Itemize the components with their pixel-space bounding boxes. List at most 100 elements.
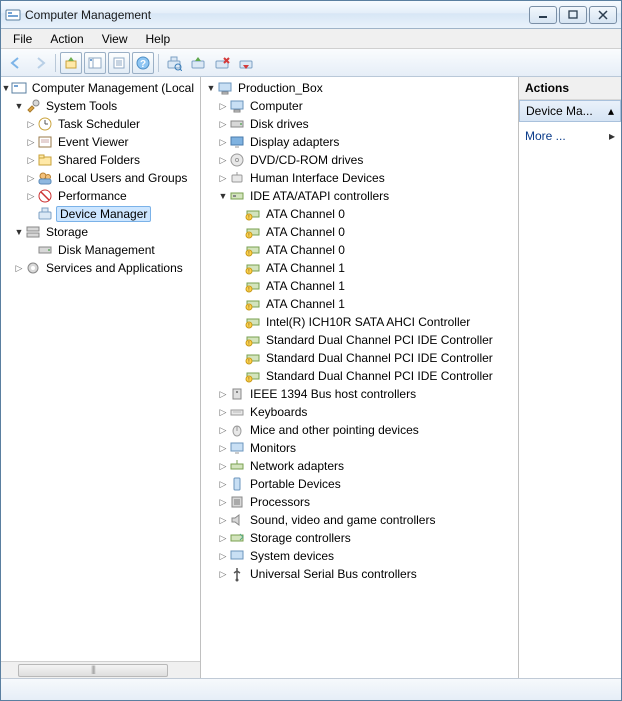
tree-label: Display adapters bbox=[248, 135, 341, 149]
svg-text:!: ! bbox=[248, 323, 249, 329]
device-category-dvd[interactable]: ▷DVD/CD-ROM drives bbox=[201, 151, 518, 169]
idechild-icon: ! bbox=[245, 206, 261, 222]
show-hide-tree-button[interactable] bbox=[84, 52, 106, 74]
device-item-ide-1[interactable]: ▷!ATA Channel 0 bbox=[201, 223, 518, 241]
device-category-processors[interactable]: ▷Processors bbox=[201, 493, 518, 511]
device-item-ide-7[interactable]: ▷!Standard Dual Channel PCI IDE Controll… bbox=[201, 331, 518, 349]
device-item-ide-4[interactable]: ▷!ATA Channel 1 bbox=[201, 277, 518, 295]
menu-view[interactable]: View bbox=[94, 30, 136, 48]
help-button[interactable]: ? bbox=[132, 52, 154, 74]
expand-icon[interactable]: ▷ bbox=[217, 173, 229, 184]
collapse-icon[interactable]: ▼ bbox=[13, 227, 25, 237]
expand-icon[interactable]: ▷ bbox=[25, 137, 37, 148]
device-category-system-devices[interactable]: ▷System devices bbox=[201, 547, 518, 565]
device-tree-pane: ▼ Production_Box ▷Computer▷Disk drives▷D… bbox=[201, 77, 519, 678]
expand-icon[interactable]: ▷ bbox=[217, 389, 229, 400]
device-item-ide-8[interactable]: ▷!Standard Dual Channel PCI IDE Controll… bbox=[201, 349, 518, 367]
expand-icon[interactable]: ▷ bbox=[25, 173, 37, 184]
device-category-display-adapters[interactable]: ▷ Display adapters bbox=[201, 133, 518, 151]
update-driver-button[interactable] bbox=[187, 52, 209, 74]
tree-device-manager[interactable]: ▷ Device Manager bbox=[1, 205, 200, 223]
up-button[interactable] bbox=[60, 52, 82, 74]
tree-services-apps[interactable]: ▷ Services and Applications bbox=[1, 259, 200, 277]
device-item-ide-2[interactable]: ▷!ATA Channel 0 bbox=[201, 241, 518, 259]
computer-icon bbox=[229, 98, 245, 114]
disk-icon bbox=[229, 116, 245, 132]
disable-button[interactable] bbox=[235, 52, 257, 74]
device-item-ide-6[interactable]: ▷!Intel(R) ICH10R SATA AHCI Controller bbox=[201, 313, 518, 331]
collapse-icon[interactable]: ▼ bbox=[13, 101, 25, 111]
device-item-ide-3[interactable]: ▷!ATA Channel 1 bbox=[201, 259, 518, 277]
device-category-network[interactable]: ▷Network adapters bbox=[201, 457, 518, 475]
tree-shared-folders[interactable]: ▷ Shared Folders bbox=[1, 151, 200, 169]
collapse-icon[interactable]: ▼ bbox=[1, 83, 11, 93]
expand-icon[interactable]: ▷ bbox=[217, 137, 229, 148]
device-category-keyboards[interactable]: ▷Keyboards bbox=[201, 403, 518, 421]
close-button[interactable] bbox=[589, 6, 617, 24]
console-tree-pane: ▼ Computer Management (Local ▼ System To… bbox=[1, 77, 201, 678]
scan-hardware-button[interactable] bbox=[163, 52, 185, 74]
tree-local-users[interactable]: ▷ Local Users and Groups bbox=[1, 169, 200, 187]
expand-icon[interactable]: ▷ bbox=[217, 479, 229, 490]
expand-icon[interactable]: ▷ bbox=[13, 263, 25, 274]
expand-icon[interactable]: ▷ bbox=[217, 443, 229, 454]
expand-icon[interactable]: ▷ bbox=[217, 425, 229, 436]
device-item-ide-9[interactable]: ▷!Standard Dual Channel PCI IDE Controll… bbox=[201, 367, 518, 385]
horizontal-scrollbar[interactable] bbox=[1, 661, 200, 678]
tree-system-tools[interactable]: ▼ System Tools bbox=[1, 97, 200, 115]
device-category-disk-drives[interactable]: ▷ Disk drives bbox=[201, 115, 518, 133]
tree-performance[interactable]: ▷ Performance bbox=[1, 187, 200, 205]
expand-icon[interactable]: ▷ bbox=[25, 119, 37, 130]
expand-icon[interactable]: ▷ bbox=[217, 407, 229, 418]
tree-event-viewer[interactable]: ▷ Event Viewer bbox=[1, 133, 200, 151]
back-button[interactable] bbox=[5, 52, 27, 74]
mouse-icon bbox=[229, 422, 245, 438]
tree-disk-management[interactable]: ▷ Disk Management bbox=[1, 241, 200, 259]
expand-icon[interactable]: ▷ bbox=[217, 461, 229, 472]
device-category-computer[interactable]: ▷Computer bbox=[201, 97, 518, 115]
tree-root[interactable]: ▼ Computer Management (Local bbox=[1, 79, 200, 97]
device-category-ide[interactable]: ▼IDE ATA/ATAPI controllers bbox=[201, 187, 518, 205]
expand-icon[interactable]: ▷ bbox=[217, 497, 229, 508]
maximize-button[interactable] bbox=[559, 6, 587, 24]
actions-more[interactable]: More ... ▸ bbox=[519, 122, 621, 150]
tree-label: Device Manager bbox=[56, 206, 151, 222]
actions-context[interactable]: Device Ma... ▴ bbox=[519, 100, 621, 122]
device-category-hid[interactable]: ▷ Human Interface Devices bbox=[201, 169, 518, 187]
device-item-ide-5[interactable]: ▷!ATA Channel 1 bbox=[201, 295, 518, 313]
device-category-mice[interactable]: ▷Mice and other pointing devices bbox=[201, 421, 518, 439]
tree-label: Human Interface Devices bbox=[248, 171, 387, 185]
device-category-monitors[interactable]: ▷Monitors bbox=[201, 439, 518, 457]
expand-icon[interactable]: ▷ bbox=[217, 119, 229, 130]
minimize-button[interactable] bbox=[529, 6, 557, 24]
expand-icon[interactable]: ▷ bbox=[25, 191, 37, 202]
device-category-storage-controllers[interactable]: ▷Storage controllers bbox=[201, 529, 518, 547]
device-category-sound[interactable]: ▷Sound, video and game controllers bbox=[201, 511, 518, 529]
network-icon bbox=[229, 458, 245, 474]
device-category-usb[interactable]: ▷Universal Serial Bus controllers bbox=[201, 565, 518, 583]
device-category-ieee1394[interactable]: ▷IEEE 1394 Bus host controllers bbox=[201, 385, 518, 403]
expand-icon[interactable]: ▷ bbox=[217, 551, 229, 562]
expand-icon[interactable]: ▷ bbox=[217, 569, 229, 580]
scrollbar-thumb[interactable] bbox=[18, 664, 168, 677]
tree-label: Disk drives bbox=[248, 117, 311, 131]
device-root[interactable]: ▼ Production_Box bbox=[201, 79, 518, 97]
expand-icon[interactable]: ▷ bbox=[217, 101, 229, 112]
expand-icon[interactable]: ▷ bbox=[217, 515, 229, 526]
expand-icon[interactable]: ▷ bbox=[25, 155, 37, 166]
expand-icon[interactable]: ▷ bbox=[217, 155, 229, 166]
uninstall-button[interactable] bbox=[211, 52, 233, 74]
tree-task-scheduler[interactable]: ▷ Task Scheduler bbox=[1, 115, 200, 133]
menu-help[interactable]: Help bbox=[138, 30, 179, 48]
menu-file[interactable]: File bbox=[5, 30, 40, 48]
device-category-portable[interactable]: ▷Portable Devices bbox=[201, 475, 518, 493]
tree-storage[interactable]: ▼ Storage bbox=[1, 223, 200, 241]
device-item-ide-0[interactable]: ▷!ATA Channel 0 bbox=[201, 205, 518, 223]
expand-icon[interactable]: ▷ bbox=[217, 533, 229, 544]
collapse-icon[interactable]: ▼ bbox=[217, 191, 229, 201]
tree-label: Computer Management (Local bbox=[30, 81, 196, 95]
collapse-icon[interactable]: ▼ bbox=[205, 83, 217, 93]
forward-button[interactable] bbox=[29, 52, 51, 74]
menu-action[interactable]: Action bbox=[42, 30, 91, 48]
properties-button[interactable] bbox=[108, 52, 130, 74]
